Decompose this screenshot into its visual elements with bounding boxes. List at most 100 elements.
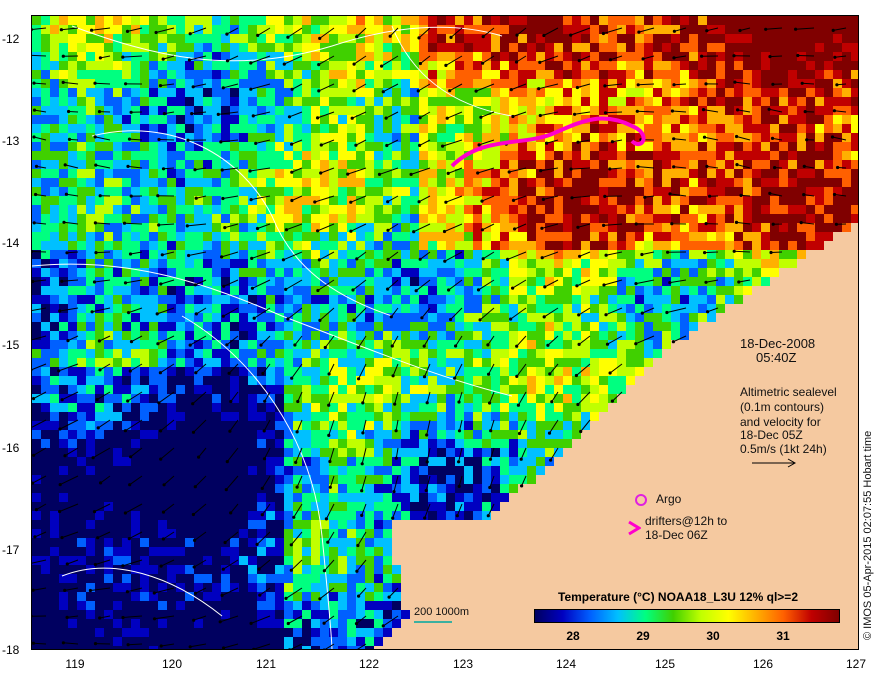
sst-cell <box>662 178 671 187</box>
sst-cell <box>545 250 554 259</box>
sst-cell <box>761 187 770 196</box>
sst-cell <box>410 466 419 475</box>
sst-cell <box>626 25 635 34</box>
land-cell <box>635 448 644 457</box>
sst-cell <box>212 43 221 52</box>
land-cell <box>590 457 599 466</box>
sst-cell <box>194 115 203 124</box>
sst-cell <box>122 376 131 385</box>
sst-cell <box>374 385 383 394</box>
sst-cell <box>392 43 401 52</box>
land-cell <box>635 421 644 430</box>
sst-cell <box>635 214 644 223</box>
sst-cell <box>446 241 455 250</box>
sst-cell <box>500 466 509 475</box>
sst-cell <box>365 385 374 394</box>
land-cell <box>689 457 698 466</box>
sst-cell <box>158 97 167 106</box>
sst-cell <box>167 295 176 304</box>
sst-cell <box>617 232 626 241</box>
sst-cell <box>104 61 113 70</box>
sst-cell <box>554 214 563 223</box>
sst-cell <box>32 376 41 385</box>
sst-cell <box>167 97 176 106</box>
sst-map <box>31 15 859 650</box>
sst-cell <box>203 232 212 241</box>
sst-cell <box>518 214 527 223</box>
sst-cell <box>338 484 347 493</box>
sst-cell <box>104 250 113 259</box>
sst-cell <box>329 268 338 277</box>
sst-cell <box>95 268 104 277</box>
sst-cell <box>851 52 858 61</box>
sst-cell <box>725 88 734 97</box>
sst-cell <box>212 439 221 448</box>
sst-cell <box>554 313 563 322</box>
sst-cell <box>50 304 59 313</box>
sst-cell <box>410 268 419 277</box>
sst-cell <box>302 187 311 196</box>
sst-cell <box>167 151 176 160</box>
sst-cell <box>239 286 248 295</box>
sst-cell <box>851 88 858 97</box>
sst-cell <box>644 358 653 367</box>
sst-cell <box>113 25 122 34</box>
sst-cell <box>428 286 437 295</box>
land-cell <box>698 430 707 439</box>
sst-cell <box>320 394 329 403</box>
sst-cell <box>212 52 221 61</box>
sst-cell <box>644 106 653 115</box>
sst-cell <box>41 457 50 466</box>
sst-cell <box>536 187 545 196</box>
sst-cell <box>185 115 194 124</box>
sst-cell <box>401 160 410 169</box>
sst-cell <box>473 16 482 25</box>
sst-cell <box>653 349 662 358</box>
sst-cell <box>113 79 122 88</box>
sst-cell <box>257 178 266 187</box>
sst-cell <box>446 349 455 358</box>
sst-cell <box>329 151 338 160</box>
sst-cell <box>509 448 518 457</box>
sst-cell <box>788 196 797 205</box>
sst-cell <box>95 142 104 151</box>
sst-cell <box>626 70 635 79</box>
sst-cell <box>356 241 365 250</box>
sst-cell <box>680 232 689 241</box>
land-cell <box>824 358 833 367</box>
sst-cell <box>131 70 140 79</box>
sst-cell <box>95 403 104 412</box>
sst-cell <box>59 439 68 448</box>
sst-cell <box>194 88 203 97</box>
sst-cell <box>59 88 68 97</box>
sst-cell <box>356 412 365 421</box>
sst-cell <box>842 178 851 187</box>
sst-cell <box>725 151 734 160</box>
sst-cell <box>275 331 284 340</box>
sst-cell <box>410 232 419 241</box>
sst-cell <box>446 151 455 160</box>
sst-cell <box>122 16 131 25</box>
sst-cell <box>59 178 68 187</box>
sst-cell <box>410 277 419 286</box>
sst-cell <box>50 223 59 232</box>
sst-cell <box>419 214 428 223</box>
sst-cell <box>833 115 842 124</box>
sst-cell <box>842 187 851 196</box>
sst-cell <box>383 448 392 457</box>
sst-cell <box>455 241 464 250</box>
land-cell <box>842 439 851 448</box>
sst-cell <box>491 358 500 367</box>
sst-cell <box>50 493 59 502</box>
land-cell <box>815 484 824 493</box>
sst-cell <box>365 79 374 88</box>
sst-cell <box>104 43 113 52</box>
sst-cell <box>59 151 68 160</box>
land-cell <box>563 484 572 493</box>
sst-cell <box>437 115 446 124</box>
sst-cell <box>68 475 77 484</box>
sst-cell <box>320 70 329 79</box>
sst-cell <box>554 61 563 70</box>
sst-cell <box>149 277 158 286</box>
sst-cell <box>734 295 743 304</box>
